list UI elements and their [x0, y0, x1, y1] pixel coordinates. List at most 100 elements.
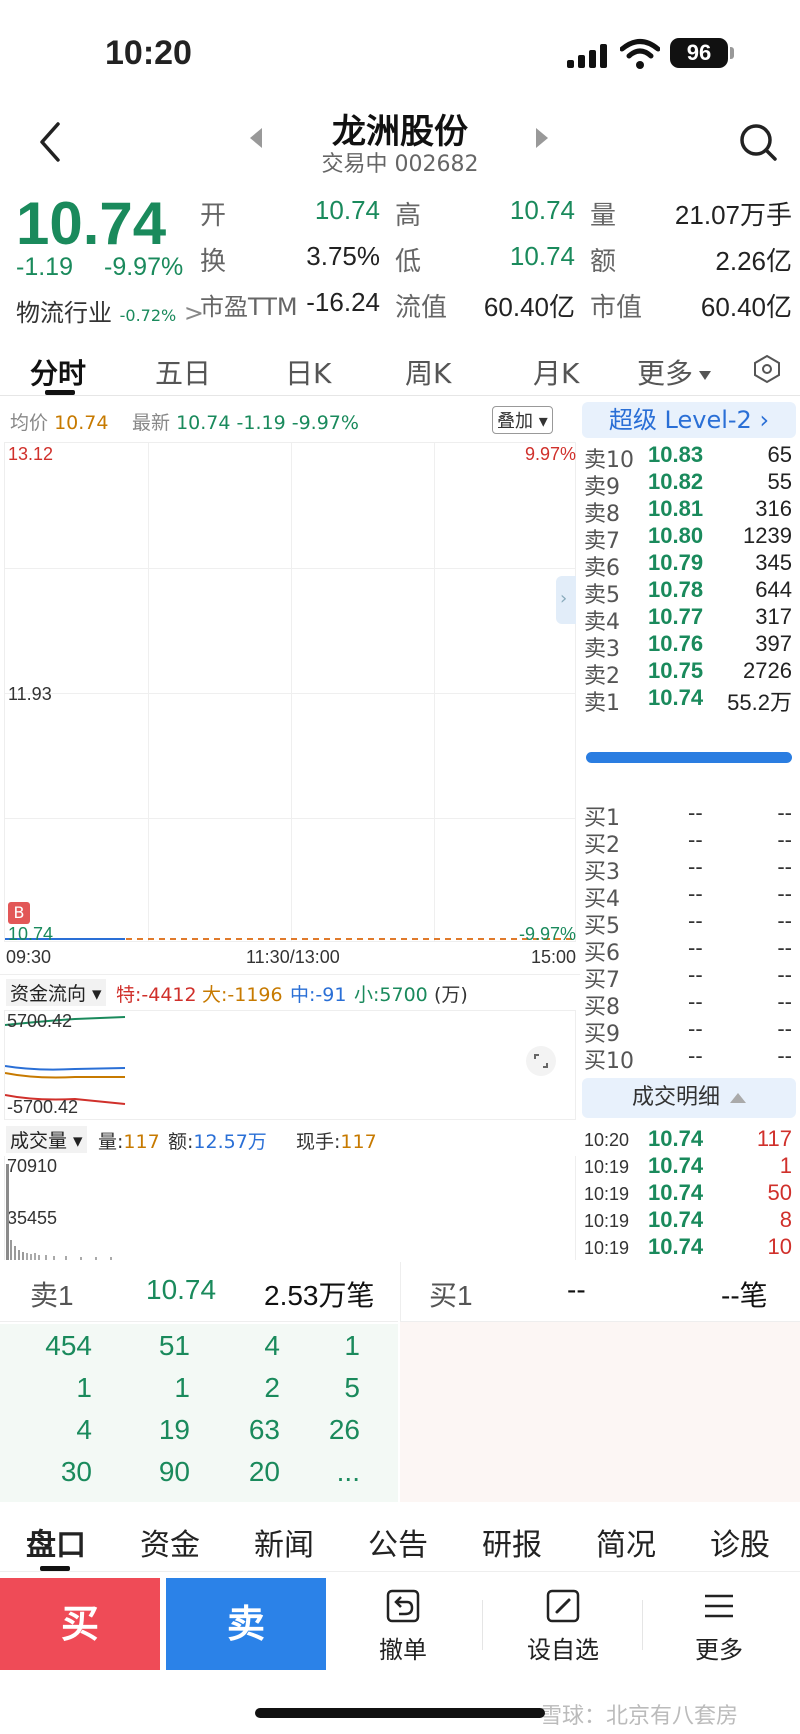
ask-volume: 1239 [743, 523, 792, 548]
watermark: 雪球：北京有八套房 [540, 1704, 739, 1729]
tab-research[interactable]: 研报 [482, 1520, 542, 1564]
settings-hex-icon[interactable] [752, 354, 782, 384]
ask-row[interactable]: 卖10 10.83 65 [582, 442, 796, 473]
avg-value: 10.74 [54, 412, 109, 434]
avg-price-legend: 均价 10.74 [10, 408, 108, 435]
tab-daily-k[interactable]: 日K [285, 352, 331, 392]
ask-row[interactable]: 卖2 10.75 2726 [582, 658, 796, 689]
expand-side-handle[interactable]: › [556, 576, 576, 624]
bid-row[interactable]: 买10 -- -- [582, 1043, 796, 1074]
chevron-right-icon: › [759, 406, 770, 434]
ask-volume: 55.2万 [727, 690, 792, 715]
fund-small: 小:5700 [354, 984, 428, 1006]
quote-summary: 10.74 -1.19 -9.97% 物流行业 -0.72% > 开 10.74… [0, 185, 800, 335]
battery-icon: 96 [670, 38, 728, 68]
sell-queue-header: 卖1 10.74 2.53万笔 [0, 1262, 398, 1322]
tab-monthly-k[interactable]: 月K [533, 352, 579, 392]
detail-tab-indicator [40, 1566, 70, 1571]
tab-more[interactable]: 更多 [637, 352, 712, 392]
amount-value: 2.26亿 [715, 246, 792, 276]
tab-intraday[interactable]: 分时 [30, 352, 86, 392]
buy-button[interactable]: 买 [0, 1578, 160, 1670]
search-icon[interactable] [738, 122, 778, 162]
divider [642, 1600, 643, 1650]
volume-label: 量 [590, 201, 617, 231]
fund-y-top: 5700.42 [7, 1011, 73, 1031]
tab-order-book[interactable]: 盘口 [26, 1520, 86, 1564]
tab-announcements[interactable]: 公告 [368, 1520, 428, 1564]
cancel-order-button[interactable]: 撤单 [348, 1588, 458, 1665]
bid-row[interactable]: 买5 -- -- [582, 908, 796, 939]
ask-row[interactable]: 卖6 10.79 345 [582, 550, 796, 581]
tab-weekly-k[interactable]: 周K [405, 352, 451, 392]
ask-price: 10.76 [648, 631, 704, 656]
bid-row[interactable]: 买2 -- -- [582, 827, 796, 858]
overlay-button[interactable]: 叠加 ▾ [492, 406, 553, 434]
tab-five-day[interactable]: 五日 [155, 352, 211, 392]
bid-row[interactable]: 买9 -- -- [582, 1016, 796, 1047]
volume-value: 21.07万手 [674, 200, 792, 230]
fund-flow-dropdown[interactable]: 资金流向 ▾ [6, 979, 106, 1006]
bid-price: -- [688, 827, 703, 852]
x-axis-mid: 11:30/13:00 [246, 947, 340, 967]
bid-price: -- [688, 881, 703, 906]
buy-queue: 买1 -- --笔 [400, 1262, 800, 1502]
ask-row[interactable]: 卖5 10.78 644 [582, 577, 796, 608]
tab-funds[interactable]: 资金 [140, 1520, 200, 1564]
bid-row[interactable]: 买6 -- -- [582, 935, 796, 966]
tab-diagnosis[interactable]: 诊股 [710, 1520, 770, 1564]
ask-price: 10.79 [648, 550, 704, 575]
bid-row[interactable]: 买8 -- -- [582, 989, 796, 1020]
buy-marker[interactable]: B [8, 902, 30, 924]
cellular-signal-icon [567, 44, 611, 68]
ask-row[interactable]: 卖9 10.82 55 [582, 469, 796, 500]
bid-row[interactable]: 买1 -- -- [582, 800, 796, 831]
fund-flow-header: 资金流向 ▾ 特:-4412 大:-1196 中:-91 小:5700 (万) [0, 974, 580, 1008]
trade-detail-toggle[interactable]: 成交明细 [582, 1078, 796, 1118]
ask-price: 10.82 [648, 469, 704, 494]
ask-volume: 316 [755, 496, 792, 521]
tab-news[interactable]: 新闻 [254, 1520, 314, 1564]
add-watchlist-button[interactable]: 设自选 [508, 1588, 618, 1665]
sell-button[interactable]: 卖 [166, 1578, 326, 1670]
bid-row[interactable]: 买3 -- -- [582, 854, 796, 885]
ask-row[interactable]: 卖4 10.77 317 [582, 604, 796, 635]
tab-profile[interactable]: 简况 [596, 1520, 656, 1564]
ask-volume: 644 [755, 577, 792, 602]
edit-icon [546, 1589, 580, 1623]
ask-row[interactable]: 卖7 10.80 1239 [582, 523, 796, 554]
queue-cell: 30 [60, 1456, 92, 1487]
level2-banner[interactable]: 超级 Level-2 › [582, 402, 796, 438]
fund-medium: 中:-91 [290, 984, 347, 1006]
queue-cell: 1 [344, 1330, 360, 1361]
bid-volume: -- [777, 1043, 792, 1068]
ask-row[interactable]: 卖8 10.81 316 [582, 496, 796, 527]
sell1-price: 10.74 [146, 1274, 217, 1305]
caret-down-icon [699, 370, 712, 380]
ask-price: 10.74 [648, 685, 704, 710]
industry-link[interactable]: 物流行业 -0.72% > [16, 293, 204, 328]
ask-volume: 317 [755, 604, 792, 629]
ask-price: 10.78 [648, 577, 704, 602]
more-button[interactable]: 更多 [664, 1588, 774, 1665]
trade-price: 10.74 [648, 1180, 704, 1205]
trade-row: 10:19 10.74 10 [582, 1234, 796, 1263]
bid-volume: -- [777, 962, 792, 987]
vol-label: 量: [98, 1131, 124, 1153]
cancel-order-label: 撤单 [379, 1636, 427, 1664]
bid-volume: -- [777, 935, 792, 960]
next-stock-icon[interactable] [536, 128, 548, 148]
volume-dropdown[interactable]: 成交量 ▾ [6, 1126, 87, 1153]
fund-flow-chart: 5700.42 -5700.42 [4, 1010, 576, 1120]
bid-row[interactable]: 买7 -- -- [582, 962, 796, 993]
bid-row[interactable]: 买4 -- -- [582, 881, 796, 912]
overlay-label: 叠加 [497, 411, 533, 432]
latest-value: 10.74 [176, 412, 231, 434]
expand-icon[interactable] [525, 1045, 557, 1077]
market-cap-value: 60.40亿 [700, 292, 792, 322]
ask-row[interactable]: 卖3 10.76 397 [582, 631, 796, 662]
latest-change: -1.19 [236, 412, 286, 434]
open-value: 10.74 [314, 195, 380, 225]
home-indicator[interactable] [255, 1708, 545, 1718]
ask-row[interactable]: 卖1 10.74 55.2万 [582, 685, 796, 716]
